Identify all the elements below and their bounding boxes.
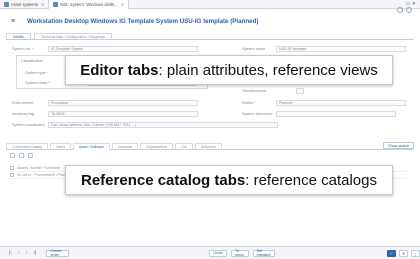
environment-label: Environment — [12, 101, 34, 105]
catalog-tabs-callout-text: : reference catalogs — [245, 171, 377, 189]
classification-label: Classification — [21, 59, 44, 63]
menu-icon[interactable]: ≡ — [11, 18, 18, 25]
editor-tabs: Details Technical data / Configuration /… — [6, 33, 414, 40]
status-select[interactable]: Planned — [276, 100, 406, 106]
window-tab-edit-system[interactable]: Edit: System: Windows deskt... ✕ — [49, 0, 130, 9]
system-document-label: System document — [242, 112, 273, 116]
system-name-field[interactable]: USU-IG template — [276, 46, 406, 52]
prev-record-icon[interactable]: ‹ — [18, 250, 20, 256]
window-tab-asset-systems[interactable]: Asset systems ✕ — [0, 0, 50, 9]
coordinator-field[interactable]: Carl Jonas Willems, Mrs. / Lichter (+49 … — [48, 122, 278, 128]
system-no-label: System no. * — [12, 47, 34, 51]
close-tab-icon[interactable]: ✕ — [121, 2, 124, 7]
window-tab-bar: Asset systems ✕ Edit: System: Windows de… — [0, 0, 420, 9]
tab-users[interactable]: Users — [50, 143, 72, 150]
editor-tabs-callout: Editor tabs: plain attributes, reference… — [65, 55, 393, 85]
close-icon[interactable]: ✕ — [399, 249, 408, 257]
system-class-label: System class * — [25, 81, 50, 85]
editor-header: ≡ Workstation Desktop Windows IG Templat… — [0, 10, 420, 32]
editor-tabs-callout-title: Editor tabs — [80, 61, 159, 79]
row-checkbox[interactable] — [10, 173, 14, 177]
next-record-icon[interactable]: › — [26, 250, 28, 256]
obsolescence-checkbox[interactable] — [296, 88, 304, 94]
tab-technical-data[interactable]: Technical data / Configuration / Mapping… — [33, 33, 112, 39]
header-toolbar — [397, 7, 412, 13]
tab-asset-software[interactable]: Asset / Software — [73, 143, 110, 150]
tab-contracts[interactable]: Contracts — [111, 143, 139, 150]
system-name-label: System name — [242, 47, 266, 51]
row-checkbox[interactable] — [10, 166, 14, 170]
tab-details[interactable]: Details — [6, 33, 31, 39]
open-icon[interactable] — [28, 153, 33, 158]
bottom-action-bar: |‹ ‹ › ›| Create order Order To stock Se… — [0, 246, 420, 259]
catalog-tabs: Component Catalog Users Asset / Software… — [6, 143, 414, 150]
catalog-tabs-callout-title: Reference catalog tabs — [81, 171, 246, 189]
edit-system-icon — [53, 1, 59, 7]
more-actions-icon[interactable]: ⋮ — [411, 249, 420, 257]
system-document-field[interactable] — [276, 111, 396, 117]
last-record-icon[interactable]: ›| — [33, 250, 36, 256]
inventory-tag-label: Inventory tag — [12, 112, 34, 116]
check-icon[interactable]: ✓ — [387, 249, 396, 257]
close-tab-icon[interactable]: ✕ — [41, 2, 44, 7]
order-button[interactable]: Order — [209, 249, 227, 257]
editor-tabs-callout-text: : plain attributes, reference views — [158, 61, 378, 79]
system-type-label: System type * — [25, 71, 49, 75]
page-title: Workstation Desktop Windows IG Template … — [27, 17, 259, 25]
tab-deliveries[interactable]: Deliveries — [194, 143, 222, 150]
list-item-label: SC-6614 · Procurement / Planned — [17, 173, 72, 177]
tab-organizations[interactable]: Organizations — [140, 143, 174, 150]
remove-icon[interactable] — [19, 153, 24, 158]
environment-select[interactable]: Production — [48, 100, 198, 106]
more-icon[interactable] — [406, 7, 412, 13]
to-stock-button[interactable]: To stock — [230, 249, 249, 257]
asset-systems-icon — [4, 1, 9, 7]
catalog-toolbar — [10, 153, 33, 158]
first-record-icon[interactable]: |‹ — [9, 250, 12, 256]
obsolescence-label: Obsolescence — [242, 89, 267, 93]
tab-component-catalog[interactable]: Component Catalog — [6, 143, 49, 150]
window-tab-label: Asset systems — [11, 1, 38, 7]
tab-ord[interactable]: Ord — [175, 143, 193, 150]
create-order-button[interactable]: Create order — [46, 249, 70, 257]
set-installed-button[interactable]: Set installed — [252, 249, 275, 257]
catalog-tabs-callout: Reference catalog tabs: reference catalo… — [65, 165, 393, 195]
window-tab-label: Edit: System: Windows deskt... — [60, 1, 118, 7]
status-label: Status * — [242, 101, 256, 105]
add-icon[interactable] — [10, 153, 15, 158]
show-search-button[interactable]: Show search — [383, 142, 414, 149]
record-pager: |‹ ‹ › ›| — [9, 250, 36, 256]
refresh-icon[interactable] — [397, 7, 403, 13]
system-no-field[interactable]: IG Template System — [48, 46, 198, 52]
coordinator-label: System coordinator — [12, 123, 45, 127]
list-item-label: Assets / Mobile / Summary — [17, 166, 60, 170]
inventory-tag-field[interactable]: TA-8518 — [48, 111, 198, 117]
